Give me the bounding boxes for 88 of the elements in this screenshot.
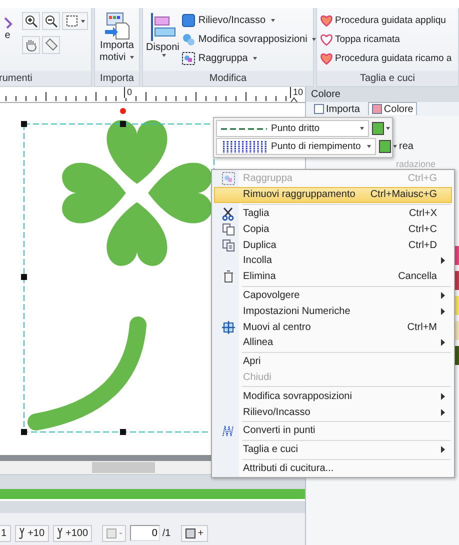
submenu-arrow-icon	[441, 257, 445, 264]
zoom-out-button[interactable]	[42, 12, 60, 30]
needle-icon	[56, 527, 64, 539]
group-label: Modifica	[143, 71, 313, 86]
menu-item[interactable]: Taglia e cuci	[214, 442, 452, 458]
emboss-button[interactable]: Rilievo/Incasso	[182, 12, 316, 29]
menu-item[interactable]: Apri	[214, 354, 452, 370]
menu-item[interactable]: Converti in punti	[214, 422, 452, 439]
menu-item[interactable]: Rilievo/Incasso	[214, 404, 452, 420]
scissors-icon	[222, 206, 234, 220]
heart-icon	[320, 14, 333, 26]
scroll-up-button[interactable]	[288, 95, 300, 105]
stitch-type-dropdown[interactable]: Punto di riempimento	[216, 138, 376, 155]
square-icon	[182, 14, 196, 27]
menu-item[interactable]: Taglia Ctrl+X	[214, 206, 452, 222]
scrollbar-thumb[interactable]	[92, 462, 155, 473]
palette-icon	[372, 104, 382, 114]
stitch-type-dropdown[interactable]: Punto dritto	[216, 120, 369, 137]
circles-icon	[182, 33, 196, 46]
arrange-button[interactable]: Disponi	[146, 12, 180, 57]
zoom-in-button[interactable]	[22, 12, 40, 30]
selection-handle[interactable]	[21, 274, 27, 280]
next-frame-button[interactable]: +	[180, 524, 208, 542]
menu-item[interactable]: Copia Ctrl+C	[214, 221, 452, 238]
menu-item[interactable]: Rimuovi raggruppamento Ctrl+Maiusc+G	[214, 186, 452, 203]
menu-item[interactable]: Attributi di cucitura...	[214, 460, 452, 476]
group-icon	[182, 52, 196, 65]
step-button[interactable]: +10	[14, 524, 49, 542]
applique-button[interactable]: Toppa ricamata	[320, 31, 452, 48]
ruler-label: 0	[124, 87, 132, 98]
color-picker-button[interactable]	[372, 120, 390, 137]
menu-item[interactable]: Capovolgere	[214, 288, 452, 304]
frame-total: /1	[162, 528, 171, 538]
menu-item[interactable]: Elimina Cancella	[214, 268, 452, 285]
heart-icon	[320, 52, 333, 64]
submenu-arrow-icon	[441, 308, 445, 315]
ruler-label: 10	[290, 87, 304, 98]
selection-handle[interactable]	[21, 429, 27, 435]
copy-icon	[222, 222, 234, 236]
frame-icon	[106, 528, 118, 538]
color-picker-button[interactable]	[378, 138, 397, 155]
selection-handle[interactable]	[120, 121, 126, 127]
group-label: Taglia e cuci	[317, 71, 458, 86]
menu-item[interactable]: Duplica Ctrl+D	[214, 237, 452, 253]
step-button[interactable]: 1	[0, 524, 11, 542]
group-label: Importa	[95, 71, 139, 86]
applique-button[interactable]: Procedura guidata ricamo a	[320, 50, 452, 67]
heart-icon	[320, 34, 333, 46]
menu-item[interactable]: Allinea	[214, 334, 452, 351]
fill-stitch-icon	[221, 140, 267, 152]
grid-icon	[314, 104, 324, 114]
zoom-fit-button[interactable]	[62, 12, 88, 30]
import-button[interactable]: Importa motivi	[98, 12, 136, 64]
duplicate-icon	[222, 238, 234, 252]
submenu-arrow-icon	[441, 408, 445, 416]
menu-item[interactable]: Impostazioni Numeriche	[214, 303, 452, 320]
group-icon	[222, 172, 234, 186]
hand-button[interactable]	[22, 36, 40, 54]
needle-icon	[18, 527, 26, 539]
group-label: rumenti	[0, 71, 91, 86]
menu-item[interactable]: Incolla	[214, 252, 452, 269]
ruler-button[interactable]	[42, 36, 60, 54]
rotation-handle[interactable]	[120, 108, 126, 114]
panel-tab[interactable]: Importa	[310, 102, 364, 115]
panel-title: Colore	[306, 87, 459, 102]
frame-input-field[interactable]: 0	[130, 525, 160, 541]
submenu-arrow-icon	[441, 292, 445, 299]
chevron-icon	[2, 16, 12, 30]
import-icon	[103, 12, 131, 40]
menu-item[interactable]: Modifica sovrapposizioni	[214, 388, 452, 404]
selection-handle[interactable]	[21, 121, 27, 127]
step-button[interactable]: +100	[52, 524, 92, 542]
menu-item[interactable]: Muovi al centro Ctrl+M	[214, 319, 452, 335]
submenu-arrow-icon	[441, 446, 445, 454]
frame-icon	[65, 14, 79, 28]
applique-button[interactable]: Procedura guidata appliqu	[320, 12, 452, 29]
tool-button[interactable]: e	[2, 12, 13, 42]
selection-handle[interactable]	[120, 429, 126, 435]
panel-text: radazione	[396, 159, 436, 169]
trash-icon	[222, 270, 234, 284]
group-button[interactable]: Raggruppa	[182, 50, 316, 67]
panel-text: rea	[399, 141, 414, 152]
crosshair-icon	[222, 320, 234, 334]
panel-tab[interactable]: Colore	[368, 102, 418, 115]
submenu-arrow-icon	[441, 392, 445, 400]
frame-icon	[184, 528, 196, 538]
stitch-icon	[222, 424, 234, 437]
submenu-arrow-icon	[441, 339, 445, 346]
